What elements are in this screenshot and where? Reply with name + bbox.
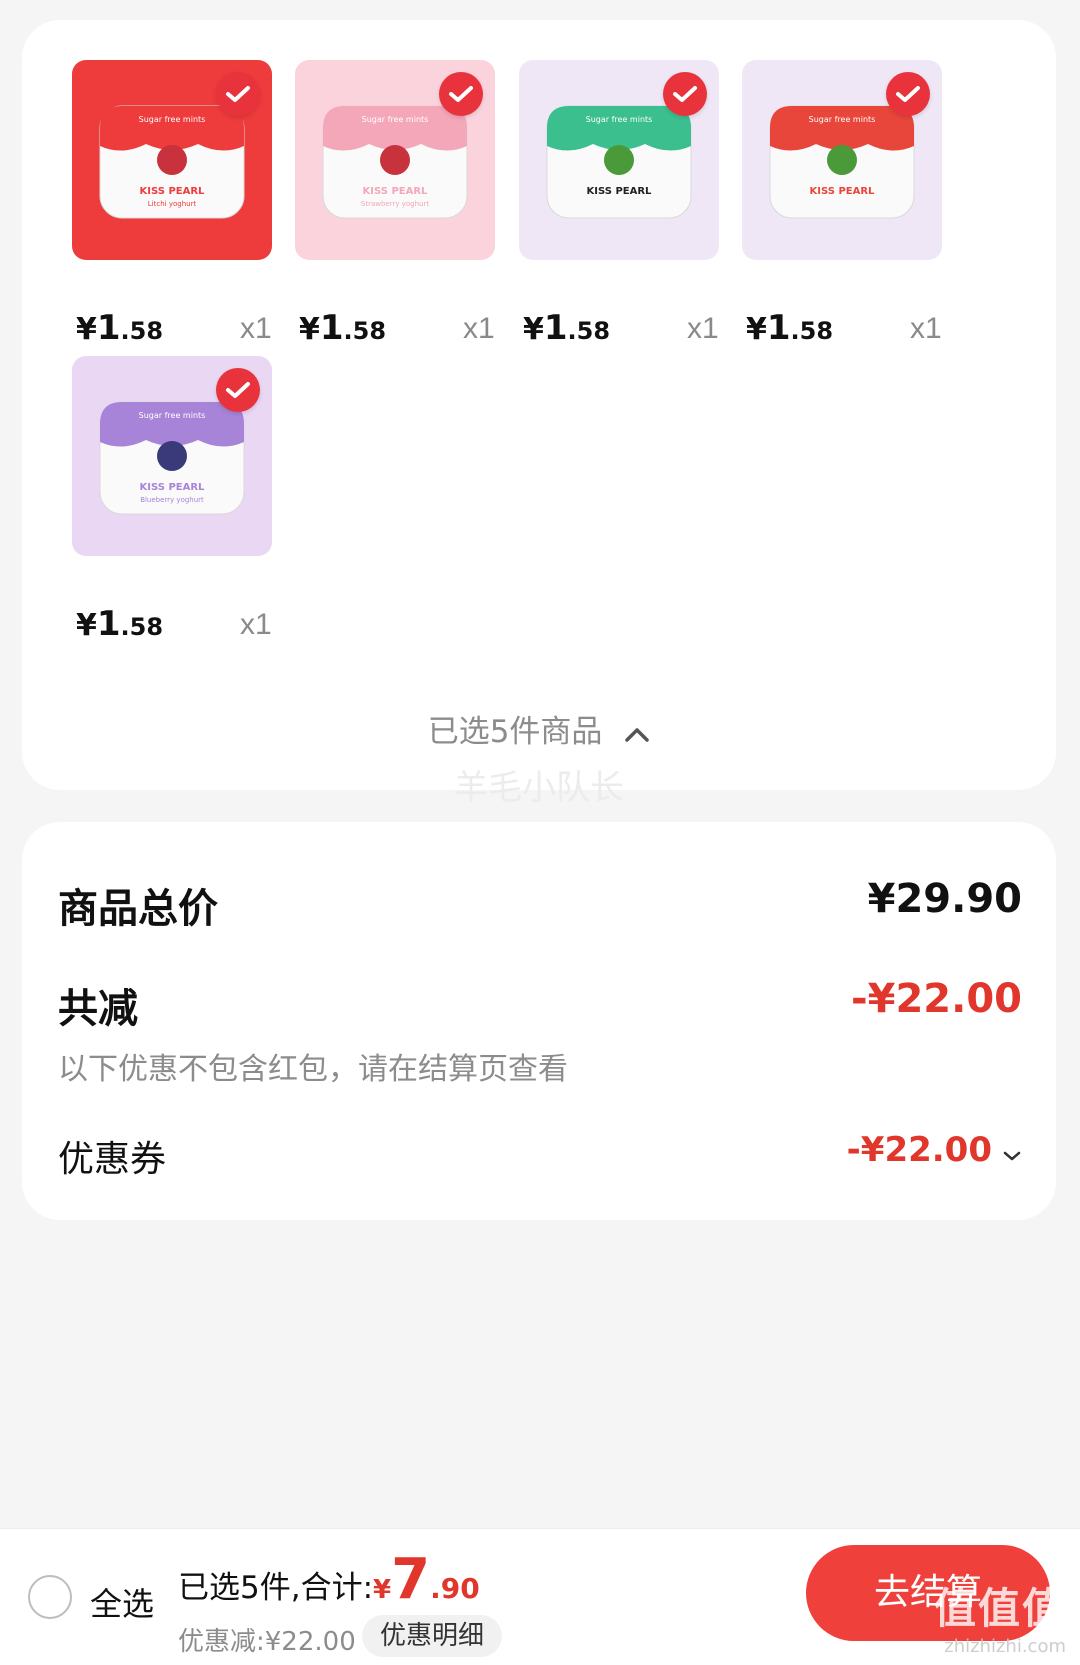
checkmark-icon[interactable]: [216, 72, 260, 116]
product-item[interactable]: Sugar free mints KISS PEARL ¥1.58 x1: [742, 60, 974, 370]
price-integer: 1: [766, 308, 791, 348]
coupon-label: 优惠券: [58, 1139, 167, 1180]
total-price-row: 商品总价 ¥29.90: [58, 876, 1022, 934]
checkmark-icon[interactable]: [439, 72, 483, 116]
price-integer: 1: [319, 308, 344, 348]
pack-tagline: Sugar free mints: [809, 115, 876, 124]
price-currency: ¥: [746, 312, 767, 347]
coupon-value[interactable]: -¥22.00: [847, 1130, 1022, 1172]
total-reduction-label: 共减: [58, 986, 138, 1032]
discount-detail-button[interactable]: 优惠明细: [362, 1615, 503, 1657]
selected-products-card: Sugar free mints KISS PEARL Litchi yoghurt…: [22, 20, 1056, 808]
price-decimal: .58: [567, 317, 611, 345]
select-all-label[interactable]: 全选: [90, 1579, 154, 1625]
product-quantity: x1: [687, 312, 719, 345]
collapse-toggle[interactable]: 已选5件商品: [22, 706, 1056, 752]
pack-brand: KISS PEARL: [140, 186, 206, 197]
price-decimal: .58: [790, 317, 834, 345]
total-decimal: .90: [430, 1572, 480, 1605]
total-reduction-row: 共减 -¥22.00: [58, 976, 1022, 1034]
pack-flavor: Strawberry yoghurt: [361, 200, 429, 208]
price-decimal: .58: [343, 317, 387, 345]
price-integer: 1: [96, 308, 121, 348]
product-item[interactable]: Sugar free mints KISS PEARL Strawberry yog…: [295, 60, 527, 370]
site-watermark: 值值值 zhizhizhi.com: [934, 1575, 1066, 1657]
product-quantity: x1: [240, 608, 272, 641]
pack-flavor: Blueberry yoghurt: [140, 496, 204, 504]
pack-tagline: Sugar free mints: [139, 115, 206, 124]
price-currency: ¥: [523, 312, 544, 347]
price-summary-card: 商品总价 ¥29.90 共减 -¥22.00 以下优惠不包含红包，请在结算页查看…: [22, 822, 1056, 1220]
total-integer: 7: [391, 1547, 431, 1612]
pack-tagline: Sugar free mints: [586, 115, 653, 124]
checkmark-icon[interactable]: [216, 368, 260, 412]
coupon-value-text: -¥22.00: [846, 1130, 992, 1170]
site-watermark-logo: 值值值: [933, 1584, 1066, 1633]
selected-total-prefix: 已选5件,合计:: [178, 1570, 374, 1606]
product-price: ¥1.58: [746, 308, 833, 348]
checkmark-icon[interactable]: [663, 72, 707, 116]
price-integer: 1: [96, 604, 121, 644]
product-item[interactable]: Sugar free mints KISS PEARL ¥1.58 x1: [519, 60, 751, 370]
price-decimal: .58: [120, 317, 164, 345]
collapse-label: 已选5件商品: [427, 714, 603, 750]
product-item[interactable]: Sugar free mints KISS PEARL Litchi yoghurt…: [72, 60, 304, 370]
image-watermark: 羊毛小队长: [454, 768, 624, 808]
product-price: ¥1.58: [299, 308, 386, 348]
total-price-value: ¥29.90: [867, 876, 1022, 922]
checkout-bar: 全选 已选5件,合计:¥7.90 优惠减:¥22.00 优惠明细 去结算 值值值…: [0, 1528, 1080, 1665]
chevron-down-icon: [1002, 1132, 1022, 1172]
pack-flavor: Litchi yoghurt: [148, 200, 197, 208]
price-currency: ¥: [299, 312, 320, 347]
product-quantity: x1: [463, 312, 495, 345]
price-currency: ¥: [76, 312, 97, 347]
total-reduction-value: -¥22.00: [851, 976, 1022, 1022]
product-quantity: x1: [240, 312, 272, 345]
select-all-radio[interactable]: [28, 1575, 72, 1619]
pack-tagline: Sugar free mints: [362, 115, 429, 124]
pack-brand: KISS PEARL: [587, 186, 653, 197]
price-decimal: .58: [120, 613, 164, 641]
coupon-row[interactable]: 优惠券 -¥22.00: [58, 1130, 1022, 1182]
total-price-label: 商品总价: [58, 886, 218, 932]
price-currency: ¥: [76, 608, 97, 643]
pack-brand: KISS PEARL: [363, 186, 429, 197]
product-price: ¥1.58: [523, 308, 610, 348]
product-price: ¥1.58: [76, 604, 163, 644]
pack-tagline: Sugar free mints: [139, 411, 206, 420]
discount-note: 以下优惠不包含红包，请在结算页查看: [58, 1052, 568, 1087]
product-quantity: x1: [910, 312, 942, 345]
discount-amount-text: 优惠减:¥22.00: [178, 1627, 356, 1657]
product-item[interactable]: Sugar free mints KISS PEARL Blueberry yogh…: [72, 356, 304, 666]
product-price: ¥1.58: [76, 308, 163, 348]
pack-brand: KISS PEARL: [140, 482, 206, 493]
selected-total-text: 已选5件,合计:¥7.90: [178, 1547, 480, 1612]
chevron-up-icon: [624, 716, 650, 752]
price-integer: 1: [543, 308, 568, 348]
checkmark-icon[interactable]: [886, 72, 930, 116]
pack-brand: KISS PEARL: [810, 186, 876, 197]
total-currency: ¥: [373, 1575, 392, 1605]
site-watermark-url: zhizhizhi.com: [944, 1636, 1066, 1657]
